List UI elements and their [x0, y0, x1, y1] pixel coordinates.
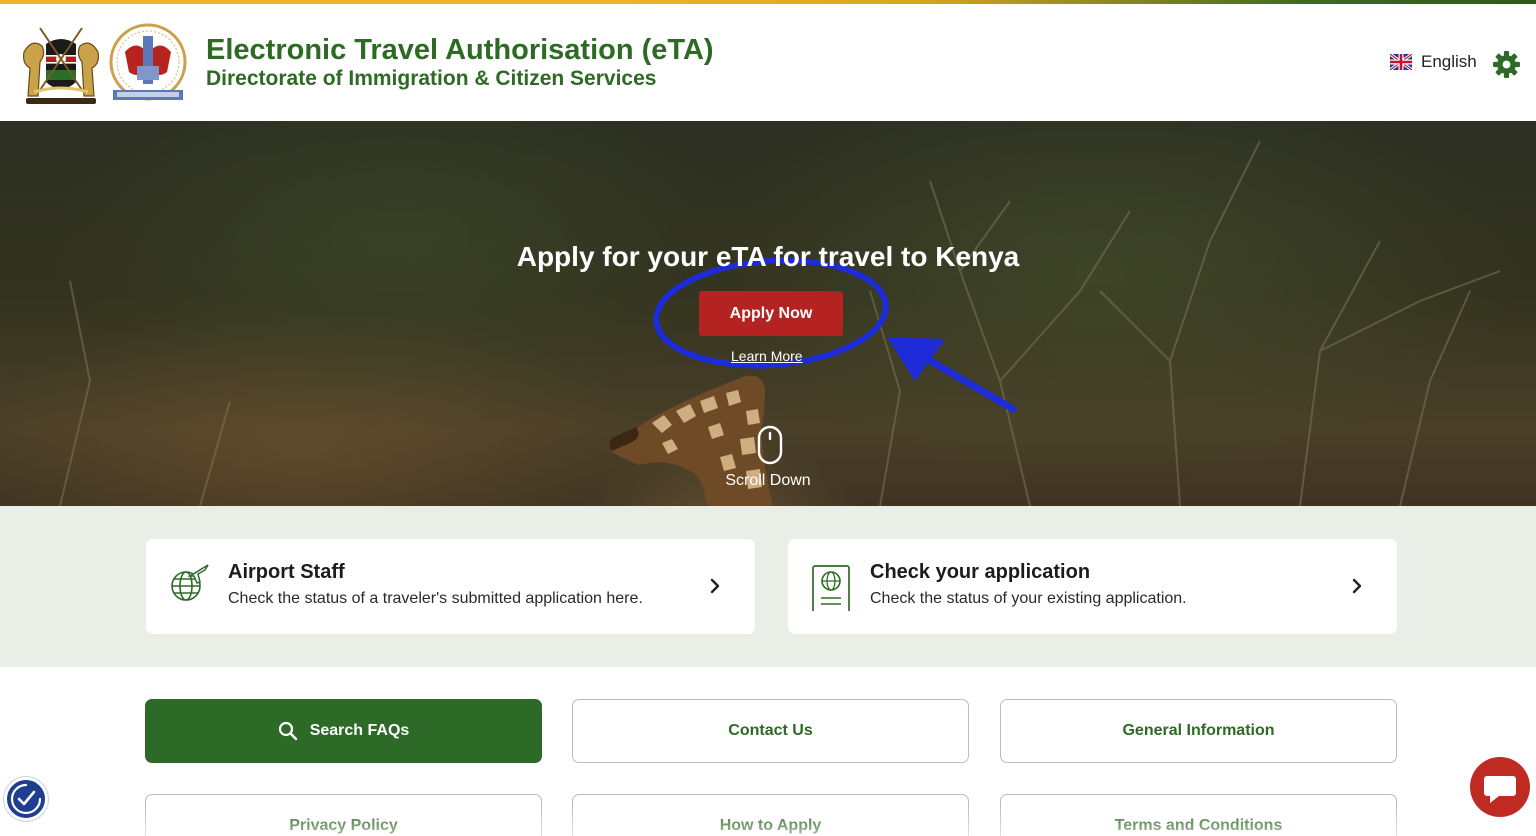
chevron-right-icon	[1352, 578, 1362, 594]
service-cards: Airport Staff Check the status of a trav…	[0, 506, 1536, 667]
button-label: Privacy Policy	[289, 817, 398, 834]
general-information-button[interactable]: General Information	[1000, 699, 1397, 763]
airport-staff-card[interactable]: Airport Staff Check the status of a trav…	[146, 539, 755, 634]
chevron-right-icon	[710, 578, 720, 594]
chat-button[interactable]	[1470, 757, 1530, 817]
search-icon	[278, 721, 297, 741]
scroll-down-label[interactable]: Scroll Down	[0, 472, 1536, 490]
card-description: Check the status of your existing applic…	[870, 590, 1187, 607]
card-description: Check the status of a traveler's submitt…	[228, 590, 643, 607]
apply-now-button[interactable]: Apply Now	[699, 291, 843, 336]
globe-plane-icon	[171, 564, 209, 601]
how-to-apply-button[interactable]: How to Apply	[572, 794, 969, 836]
search-faqs-button[interactable]: Search FAQs	[145, 699, 542, 763]
immigration-emblem-icon	[109, 23, 187, 101]
language-label: English	[1421, 52, 1477, 71]
uk-flag-icon	[1390, 54, 1412, 70]
button-label: General Information	[1122, 722, 1275, 739]
button-label: Terms and Conditions	[1114, 817, 1283, 834]
chat-icon	[1484, 776, 1516, 803]
site-subtitle: Directorate of Immigration & Citizen Ser…	[206, 67, 657, 90]
button-label: How to Apply	[719, 817, 822, 834]
passport-icon	[812, 565, 850, 611]
accessibility-button[interactable]	[4, 777, 48, 821]
learn-more-link[interactable]: Learn More	[731, 348, 803, 364]
kenya-coat-of-arms-icon	[23, 27, 99, 104]
button-label: Search FAQs	[309, 722, 410, 739]
terms-and-conditions-button[interactable]: Terms and Conditions	[1000, 794, 1397, 836]
hero-title: Apply for your eTA for travel to Kenya	[516, 241, 1020, 272]
hero-banner: Apply for your eTA for travel to Kenya A…	[0, 121, 1536, 506]
site-header: Electronic Travel Authorisation (eTA) Di…	[0, 4, 1536, 121]
language-selector[interactable]: English	[1390, 50, 1477, 74]
mouse-scroll-icon	[757, 425, 783, 465]
gear-icon[interactable]	[1492, 50, 1521, 79]
card-title: Airport Staff	[228, 561, 345, 583]
privacy-policy-button[interactable]: Privacy Policy	[145, 794, 542, 836]
accessibility-icon	[10, 783, 42, 815]
check-application-card[interactable]: Check your application Check the status …	[788, 539, 1397, 634]
site-title: Electronic Travel Authorisation (eTA)	[206, 34, 714, 66]
contact-us-button[interactable]: Contact Us	[572, 699, 969, 763]
card-title: Check your application	[870, 561, 1091, 583]
button-label: Contact Us	[728, 722, 813, 739]
